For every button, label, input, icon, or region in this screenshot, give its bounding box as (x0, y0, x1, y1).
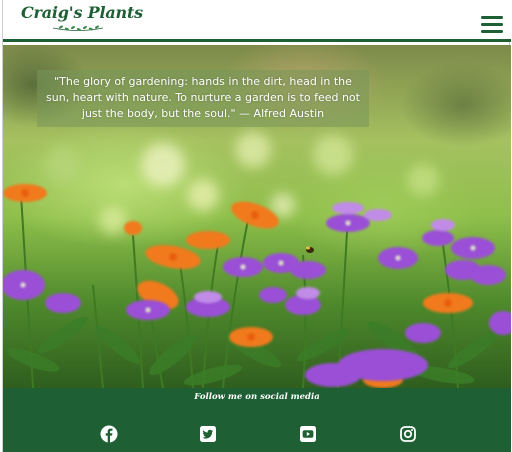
facebook-icon[interactable] (100, 425, 118, 443)
hero-image: "The glory of gardening: hands in the di… (3, 45, 511, 388)
garden-quote: "The glory of gardening: hands in the di… (46, 75, 360, 120)
menu-bar-middle (481, 23, 503, 26)
page-frame: Craig's Plants "The glory of gardening: … (2, 0, 511, 452)
site-logo[interactable]: Craig's Plants (21, 3, 143, 37)
follow-social-heading: Follow me on social media (194, 392, 320, 402)
twitter-icon[interactable] (199, 425, 217, 443)
hamburger-menu-icon[interactable] (481, 16, 503, 33)
quote-box: "The glory of gardening: hands in the di… (37, 70, 369, 127)
instagram-icon[interactable] (399, 425, 417, 443)
youtube-icon[interactable] (299, 425, 317, 443)
menu-bar-top (481, 16, 503, 19)
bee-detail (306, 246, 314, 253)
logo-text: Craig's Plants (21, 3, 143, 22)
site-footer: Follow me on social media (3, 388, 511, 452)
site-header: Craig's Plants (3, 0, 511, 42)
logo-flourish-icon (52, 25, 104, 31)
menu-bar-bottom (481, 30, 503, 33)
